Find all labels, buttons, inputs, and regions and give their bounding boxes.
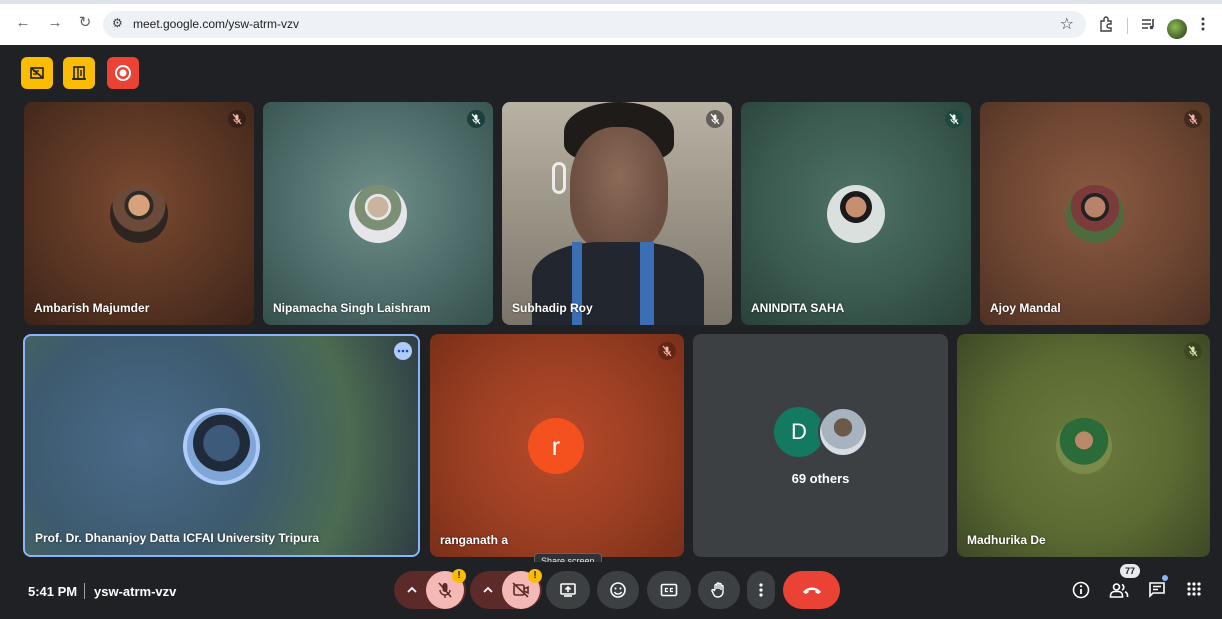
time-code-divider <box>84 583 85 599</box>
headset-icon <box>552 162 566 194</box>
mic-muted-icon <box>1184 110 1202 128</box>
recording-icon[interactable] <box>107 57 139 89</box>
mic-muted-icon <box>467 110 485 128</box>
activities-icon[interactable] <box>1186 581 1202 602</box>
reload-icon[interactable]: ↻ <box>76 14 94 32</box>
participants-count-badge: 77 <box>1120 564 1140 578</box>
participant-tile[interactable]: Ambarish Majumder <box>24 102 254 325</box>
participant-avatar <box>183 408 260 485</box>
chat-notification-dot <box>1162 575 1168 581</box>
participant-avatar <box>1056 418 1112 474</box>
back-arrow-icon[interactable]: ← <box>14 14 32 32</box>
more-options-icon[interactable] <box>394 342 412 360</box>
others-count-label: 69 others <box>791 471 850 486</box>
video-options-chevron[interactable] <box>474 571 502 609</box>
mic-muted-icon <box>945 110 963 128</box>
participant-tile[interactable]: ANINDITA SAHA <box>741 102 971 325</box>
participant-tile[interactable]: Ajoy Mandal <box>980 102 1210 325</box>
bookmark-star-icon[interactable]: ☆ <box>1060 14 1074 34</box>
forward-arrow-icon[interactable]: → <box>46 14 64 32</box>
camera-warning-icon: ! <box>528 569 542 583</box>
participant-name: Ambarish Majumder <box>34 301 150 315</box>
mic-muted-icon <box>1184 342 1202 360</box>
meeting-controls-bar: 5:41 PM ysw-atrm-vzv ! ! <box>0 562 1222 619</box>
audio-options-chevron[interactable] <box>398 571 426 609</box>
more-options-button[interactable] <box>747 571 775 609</box>
mic-muted-icon <box>228 110 246 128</box>
extensions-icon[interactable] <box>1098 16 1114 37</box>
mic-muted-icon <box>658 342 676 360</box>
participant-avatar <box>110 185 168 243</box>
browser-menu-icon[interactable] <box>1200 16 1206 37</box>
meeting-code: ysw-atrm-vzv <box>94 584 177 599</box>
participant-video-tile[interactable]: Subhadip Roy <box>502 102 732 325</box>
participant-tile[interactable]: Nipamacha Singh Laishram <box>263 102 493 325</box>
participant-tile[interactable]: Madhurika De <box>957 334 1210 557</box>
others-letter-avatar: D <box>774 407 824 457</box>
captions-button[interactable] <box>647 571 691 609</box>
url-text: meet.google.com/ysw-atrm-vzv <box>133 17 300 31</box>
media-control-icon[interactable] <box>1140 16 1156 37</box>
participant-letter-avatar: r <box>528 418 584 474</box>
raise-hand-button[interactable] <box>698 571 740 609</box>
leave-call-button[interactable] <box>783 571 840 609</box>
participant-name: Prof. Dr. Dhananjoy Datta ICFAI Universi… <box>35 531 320 545</box>
share-screen-button[interactable] <box>546 571 590 609</box>
chat-icon[interactable] <box>1148 581 1166 604</box>
site-info-icon[interactable]: ⚙ <box>112 16 123 30</box>
reactions-button[interactable] <box>597 571 639 609</box>
host-controls-icon[interactable] <box>21 57 53 89</box>
participant-name: ranganath a <box>440 533 509 547</box>
toolbar-separator <box>1127 18 1128 34</box>
participant-name: Madhurika De <box>967 533 1046 547</box>
people-icon[interactable] <box>1109 581 1129 604</box>
meeting-time: 5:41 PM <box>28 584 78 599</box>
participant-avatar <box>349 185 407 243</box>
participant-avatar <box>1066 185 1124 243</box>
active-speaker-tile[interactable]: Prof. Dr. Dhananjoy Datta ICFAI Universi… <box>23 334 420 557</box>
participant-name: Ajoy Mandal <box>990 301 1061 315</box>
browser-toolbar: ← → ↻ ⚙ meet.google.com/ysw-atrm-vzv ☆ <box>0 0 1222 45</box>
address-bar[interactable]: ⚙ meet.google.com/ysw-atrm-vzv ☆ <box>103 11 1086 38</box>
participant-avatar <box>827 185 885 243</box>
others-tile[interactable]: D 69 others <box>693 334 948 557</box>
participant-name: Nipamacha Singh Laishram <box>273 301 431 315</box>
video-lanyard <box>640 242 654 325</box>
participant-tile[interactable]: r ranganath a <box>430 334 684 557</box>
profile-avatar[interactable] <box>1167 19 1187 39</box>
meeting-details-icon[interactable] <box>1072 581 1090 604</box>
lock-meeting-icon[interactable] <box>63 57 95 89</box>
participant-name: ANINDITA SAHA <box>751 301 845 315</box>
video-face <box>570 127 668 252</box>
others-photo-avatar <box>818 407 868 457</box>
mic-muted-icon <box>706 110 724 128</box>
mic-warning-icon: ! <box>452 569 466 583</box>
participant-name: Subhadip Roy <box>512 301 593 315</box>
meet-window: ← → ↻ ⚙ meet.google.com/ysw-atrm-vzv ☆ A… <box>0 0 1222 619</box>
